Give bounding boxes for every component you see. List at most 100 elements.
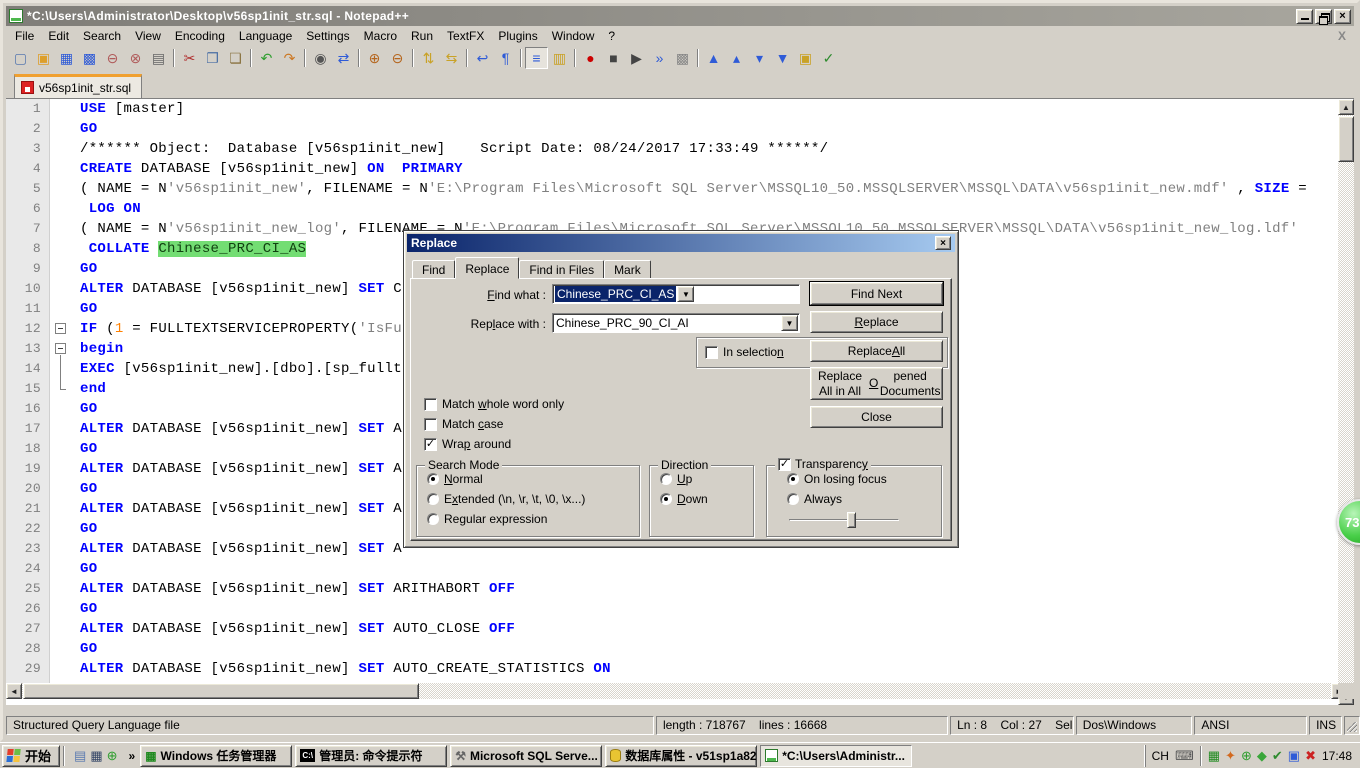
transparency-slider[interactable] <box>789 512 899 528</box>
horizontal-scrollbar[interactable]: ◄ ► <box>6 683 1347 699</box>
direction-option-down[interactable]: Down <box>660 492 753 506</box>
search-mode-option-extended-n-r-t-0-x[interactable]: Extended (\n, \r, \t, \0, \x...) <box>427 492 639 506</box>
fold-margin[interactable] <box>50 319 72 339</box>
sync-horizontal-icon[interactable]: ⇆ <box>440 47 463 69</box>
save-icon[interactable]: ▦ <box>55 47 78 69</box>
menu-settings[interactable]: Settings <box>299 27 356 45</box>
word-wrap-icon[interactable]: ↩ <box>471 47 494 69</box>
speaker-mute-tray-icon[interactable]: ✖ <box>1305 748 1316 764</box>
menu-language[interactable]: Language <box>232 27 299 45</box>
scroll-up-icon[interactable]: ▲ <box>1338 99 1354 115</box>
dialog-tab-find-in-files[interactable]: Find in Files <box>519 260 604 279</box>
vertical-scroll-thumb[interactable] <box>1338 116 1354 162</box>
save-all-icon[interactable]: ▩ <box>78 47 101 69</box>
menu-encoding[interactable]: Encoding <box>168 27 232 45</box>
search-mode-option-regular-expression[interactable]: Regular expression <box>427 512 639 526</box>
radio-icon[interactable] <box>787 493 799 505</box>
replace-all-button[interactable]: Replace All <box>810 340 943 362</box>
find-what-value[interactable]: Chinese_PRC_CI_AS <box>555 286 676 302</box>
doc-map-icon[interactable]: ▥ <box>548 47 571 69</box>
code-line-25[interactable]: 25ALTER DATABASE [v56sp1init_new] SET AR… <box>6 579 1347 599</box>
radio-icon[interactable] <box>660 493 672 505</box>
redo-icon[interactable]: ↷ <box>278 47 301 69</box>
menu-textfx[interactable]: TextFX <box>440 27 491 45</box>
match-whole-word-checkbox-box[interactable] <box>424 398 437 411</box>
replace-button[interactable]: Replace <box>810 311 943 333</box>
open-file-icon[interactable]: ▣ <box>32 47 55 69</box>
save-macro-icon[interactable]: ▩ <box>671 47 694 69</box>
dialog-tab-mark[interactable]: Mark <box>604 260 651 279</box>
wrap-around-checkbox-box[interactable]: ✓ <box>424 438 437 451</box>
start-button[interactable]: 开始 <box>2 745 60 767</box>
nav-last-icon[interactable]: ▼ <box>771 47 794 69</box>
taskbar-button-sql[interactable]: ⚒Microsoft SQL Serve... <box>450 745 602 767</box>
code-line-4[interactable]: 4CREATE DATABASE [v56sp1init_new] ON PRI… <box>6 159 1347 179</box>
code-line-3[interactable]: 3/****** Object: Database [v56sp1init_ne… <box>6 139 1347 159</box>
replace-with-dropdown-icon[interactable]: ▼ <box>781 315 798 331</box>
scroll-left-icon[interactable]: ◄ <box>6 683 22 699</box>
nav-prev-icon[interactable]: ▴ <box>725 47 748 69</box>
green-grid-tray-icon[interactable]: ▦ <box>1208 748 1220 764</box>
keyboard-icon[interactable]: ⌨ <box>1175 748 1194 764</box>
sync-vertical-icon[interactable]: ⇅ <box>417 47 440 69</box>
menu-run[interactable]: Run <box>404 27 440 45</box>
monitor-icon[interactable]: ▦ <box>90 748 102 764</box>
zoom-out-icon[interactable]: ⊖ <box>386 47 409 69</box>
transparency-option-on-losing-focus[interactable]: On losing focus <box>787 472 941 486</box>
print-icon[interactable]: ▤ <box>147 47 170 69</box>
green-ball-icon[interactable]: ⊕ <box>107 748 118 764</box>
undo-icon[interactable]: ↶ <box>255 47 278 69</box>
taskbar-button-npp[interactable]: *C:\Users\Administr... <box>760 745 912 767</box>
paste-icon[interactable]: ❏ <box>224 47 247 69</box>
menu-plugins[interactable]: Plugins <box>491 27 544 45</box>
direction-option-up[interactable]: Up <box>660 472 753 486</box>
document-tab[interactable]: v56sp1init_str.sql <box>14 74 142 98</box>
quick-launch-chevron-icon[interactable]: » <box>127 749 138 763</box>
cut-icon[interactable]: ✂ <box>178 47 201 69</box>
language-indicator[interactable]: CH <box>1152 749 1169 763</box>
taskbar-button-db[interactable]: 数据库属性 - v51sp1a82 <box>605 745 757 767</box>
record-macro-icon[interactable]: ● <box>579 47 602 69</box>
spell-check-icon[interactable]: ✓ <box>817 47 840 69</box>
taskbar-button-taskmgr[interactable]: ▦Windows 任务管理器 <box>140 745 292 767</box>
menu-[interactable]: ? <box>601 27 622 45</box>
key-user-tray-icon[interactable]: ✦ <box>1225 748 1236 764</box>
radio-icon[interactable] <box>427 473 439 485</box>
close-button[interactable]: × <box>1334 9 1351 24</box>
code-line-2[interactable]: 2GO <box>6 119 1347 139</box>
fold-margin[interactable] <box>50 359 72 379</box>
menu-view[interactable]: View <box>128 27 168 45</box>
copy-icon[interactable]: ❐ <box>201 47 224 69</box>
match-whole-word-checkbox[interactable]: Match whole word only <box>424 397 564 411</box>
show-desktop-icon[interactable]: ▤ <box>74 748 86 764</box>
play-macro-icon[interactable]: ▶ <box>625 47 648 69</box>
restore-button[interactable] <box>1315 9 1332 24</box>
close-all-icon[interactable]: ⊗ <box>124 47 147 69</box>
in-selection-checkbox-box[interactable] <box>705 346 718 359</box>
code-line-1[interactable]: 1USE [master] <box>6 99 1347 119</box>
menu-macro[interactable]: Macro <box>357 27 404 45</box>
replace-with-combobox[interactable]: Chinese_PRC_90_CI_AI ▼ <box>552 313 800 333</box>
zoom-in-icon[interactable]: ⊕ <box>363 47 386 69</box>
menu-window[interactable]: Window <box>545 27 602 45</box>
match-case-checkbox-box[interactable] <box>424 418 437 431</box>
replace-all-opened-button[interactable]: Replace All in All Opened Documents <box>810 367 943 400</box>
find-icon[interactable]: ◉ <box>309 47 332 69</box>
code-line-27[interactable]: 27ALTER DATABASE [v56sp1init_new] SET AU… <box>6 619 1347 639</box>
stop-macro-icon[interactable]: ■ <box>602 47 625 69</box>
menubar-close-icon[interactable]: X <box>1338 29 1354 43</box>
code-line-28[interactable]: 28GO <box>6 639 1347 659</box>
close-file-icon[interactable]: ⊖ <box>101 47 124 69</box>
menu-edit[interactable]: Edit <box>41 27 76 45</box>
dialog-tab-find[interactable]: Find <box>412 260 455 279</box>
radio-icon[interactable] <box>427 513 439 525</box>
match-case-checkbox[interactable]: Match case <box>424 417 503 431</box>
fold-margin[interactable] <box>50 379 72 399</box>
code-line-5[interactable]: 5( NAME = N'v56sp1init_new', FILENAME = … <box>6 179 1347 199</box>
resize-grip[interactable] <box>1344 716 1360 735</box>
menu-search[interactable]: Search <box>76 27 128 45</box>
network-tray-icon[interactable]: ▣ <box>1288 748 1300 764</box>
code-line-26[interactable]: 26GO <box>6 599 1347 619</box>
code-line-24[interactable]: 24GO <box>6 559 1347 579</box>
nav-next-icon[interactable]: ▾ <box>748 47 771 69</box>
